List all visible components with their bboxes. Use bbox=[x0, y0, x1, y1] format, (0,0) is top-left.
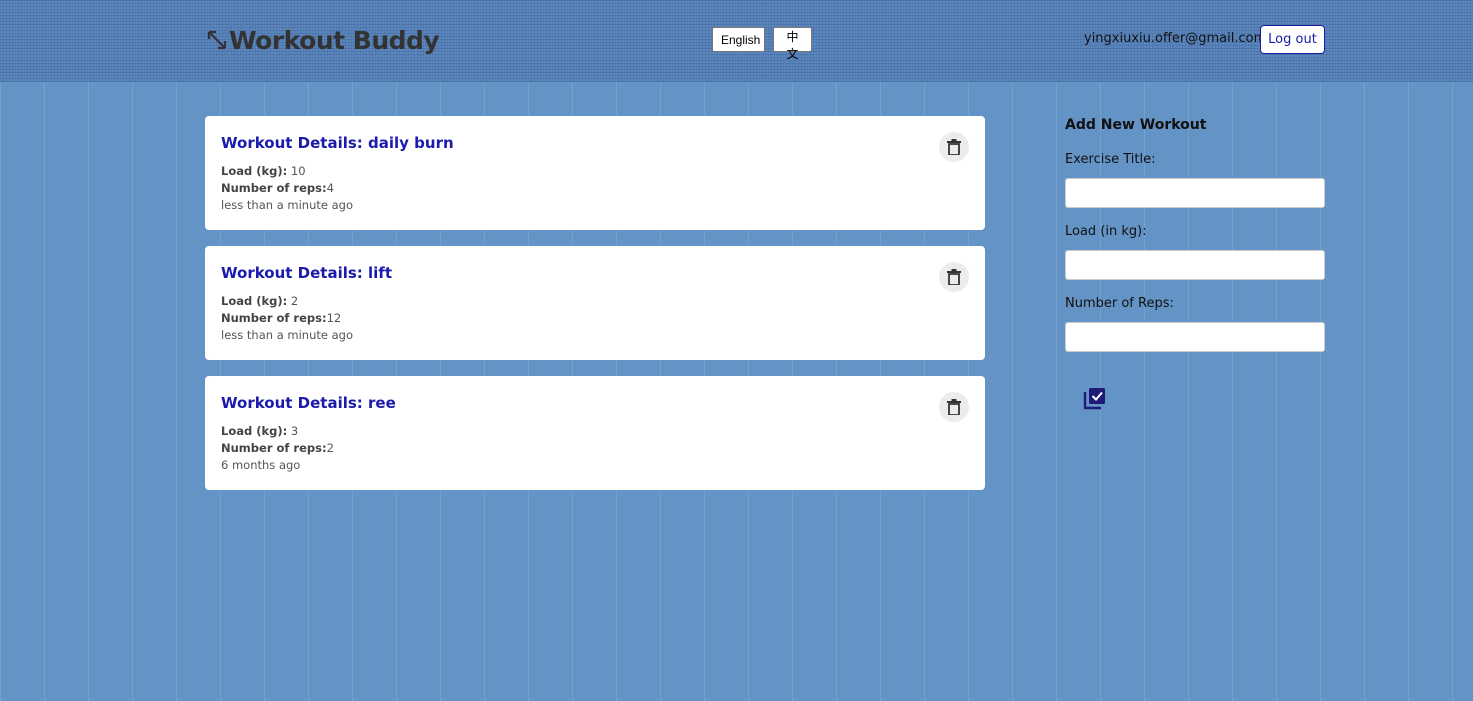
workout-time: less than a minute ago bbox=[221, 198, 353, 212]
app-logo[interactable]: Workout Buddy bbox=[207, 24, 440, 56]
load-value: 2 bbox=[287, 294, 299, 308]
reps-label: Number of Reps: bbox=[1065, 296, 1174, 311]
add-workout-button[interactable] bbox=[1080, 383, 1110, 413]
workout-card: Workout Details: ree Load (kg): 3 Number… bbox=[205, 376, 985, 490]
load-label: Load (kg): bbox=[221, 294, 288, 308]
logout-button[interactable]: Log out bbox=[1260, 25, 1325, 54]
workout-reps: Number of reps:4 bbox=[221, 181, 334, 195]
reps-value: 12 bbox=[326, 311, 342, 325]
load-label: Load (kg): bbox=[221, 424, 288, 438]
resize-arrows-icon bbox=[207, 30, 227, 50]
workout-title: Workout Details: ree bbox=[221, 394, 396, 412]
load-value: 3 bbox=[287, 424, 299, 438]
reps-input[interactable] bbox=[1065, 322, 1325, 352]
workout-time: 6 months ago bbox=[221, 458, 301, 472]
trash-icon bbox=[947, 269, 961, 285]
delete-workout-button[interactable] bbox=[939, 262, 969, 292]
reps-value: 4 bbox=[326, 181, 334, 195]
workout-load: Load (kg): 2 bbox=[221, 294, 298, 308]
load-label: Load (kg): bbox=[221, 164, 288, 178]
load-value: 10 bbox=[287, 164, 306, 178]
header-bar: Workout Buddy English 中文 yingxiuxiu.offe… bbox=[0, 0, 1473, 82]
workout-reps: Number of reps:12 bbox=[221, 311, 341, 325]
workout-title: Workout Details: lift bbox=[221, 264, 392, 282]
library-add-check-icon bbox=[1083, 388, 1105, 410]
workout-reps: Number of reps:2 bbox=[221, 441, 334, 455]
workout-title: Workout Details: daily burn bbox=[221, 134, 454, 152]
workout-load: Load (kg): 3 bbox=[221, 424, 298, 438]
delete-workout-button[interactable] bbox=[939, 392, 969, 422]
reps-label: Number of reps: bbox=[221, 441, 327, 455]
language-chinese-button[interactable]: 中文 bbox=[773, 27, 812, 61]
reps-label: Number of reps: bbox=[221, 181, 327, 195]
app-title: Workout Buddy bbox=[229, 25, 440, 55]
workout-card: Workout Details: lift Load (kg): 2 Numbe… bbox=[205, 246, 985, 360]
language-english-button[interactable]: English bbox=[712, 27, 765, 52]
reps-label: Number of reps: bbox=[221, 311, 327, 325]
load-input[interactable] bbox=[1065, 250, 1325, 280]
form-title: Add New Workout bbox=[1065, 117, 1207, 133]
delete-workout-button[interactable] bbox=[939, 132, 969, 162]
workout-load: Load (kg): 10 bbox=[221, 164, 306, 178]
exercise-title-input[interactable] bbox=[1065, 178, 1325, 208]
trash-icon bbox=[947, 139, 961, 155]
load-label: Load (in kg): bbox=[1065, 224, 1147, 239]
exercise-title-label: Exercise Title: bbox=[1065, 152, 1156, 167]
workout-time: less than a minute ago bbox=[221, 328, 353, 342]
trash-icon bbox=[947, 399, 961, 415]
reps-value: 2 bbox=[326, 441, 334, 455]
user-email: yingxiuxiu.offer@gmail.com bbox=[1084, 31, 1267, 46]
workout-card: Workout Details: daily burn Load (kg): 1… bbox=[205, 116, 985, 230]
